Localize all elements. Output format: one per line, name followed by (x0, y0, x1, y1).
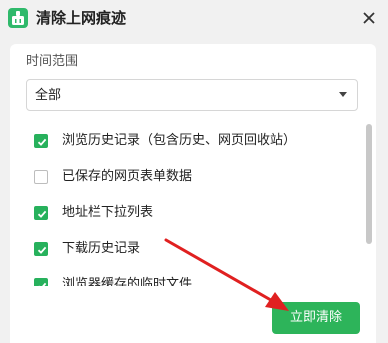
option-label: 已保存的网页表单数据 (62, 169, 193, 184)
time-range-label: 时间范围 (26, 54, 79, 69)
checkbox-unchecked-icon[interactable] (34, 170, 48, 184)
time-range-select[interactable]: 全部 (26, 79, 358, 111)
option-label: 地址栏下拉列表 (62, 205, 154, 220)
clear-traces-dialog: 清除上网痕迹 时间范围 全部 浏览历史记录（包含历史、网页回收站） 已保存的网页… (0, 0, 388, 343)
option-form-data[interactable]: 已保存的网页表单数据 (26, 168, 346, 188)
option-browsing-history[interactable]: 浏览历史记录（包含历史、网页回收站） (26, 132, 346, 152)
option-download-history[interactable]: 下载历史记录 (26, 240, 346, 260)
dialog-title: 清除上网痕迹 (36, 9, 127, 27)
list-scrollbar[interactable] (366, 124, 372, 244)
time-range-value: 全部 (35, 88, 62, 103)
clear-options-list: 浏览历史记录（包含历史、网页回收站） 已保存的网页表单数据 地址栏下拉列表 下载… (26, 126, 358, 286)
option-label: 下载历史记录 (62, 241, 141, 256)
checkbox-checked-icon[interactable] (34, 134, 48, 148)
checkbox-checked-icon[interactable] (34, 206, 48, 220)
clear-now-button[interactable]: 立即清除 (272, 302, 360, 334)
checkbox-checked-icon[interactable] (34, 242, 48, 256)
dialog-titlebar: 清除上网痕迹 (0, 0, 388, 38)
close-icon[interactable] (360, 9, 378, 27)
checkbox-checked-icon[interactable] (34, 278, 48, 286)
option-label: 浏览器缓存的临时文件 (62, 277, 193, 286)
option-address-bar-list[interactable]: 地址栏下拉列表 (26, 204, 346, 224)
chevron-down-icon (339, 92, 347, 97)
broom-icon (8, 8, 28, 28)
options-panel: 时间范围 全部 浏览历史记录（包含历史、网页回收站） 已保存的网页表单数据 地址… (10, 44, 376, 343)
option-temp-cache[interactable]: 浏览器缓存的临时文件 (26, 276, 346, 286)
option-label: 浏览历史记录（包含历史、网页回收站） (62, 133, 297, 148)
